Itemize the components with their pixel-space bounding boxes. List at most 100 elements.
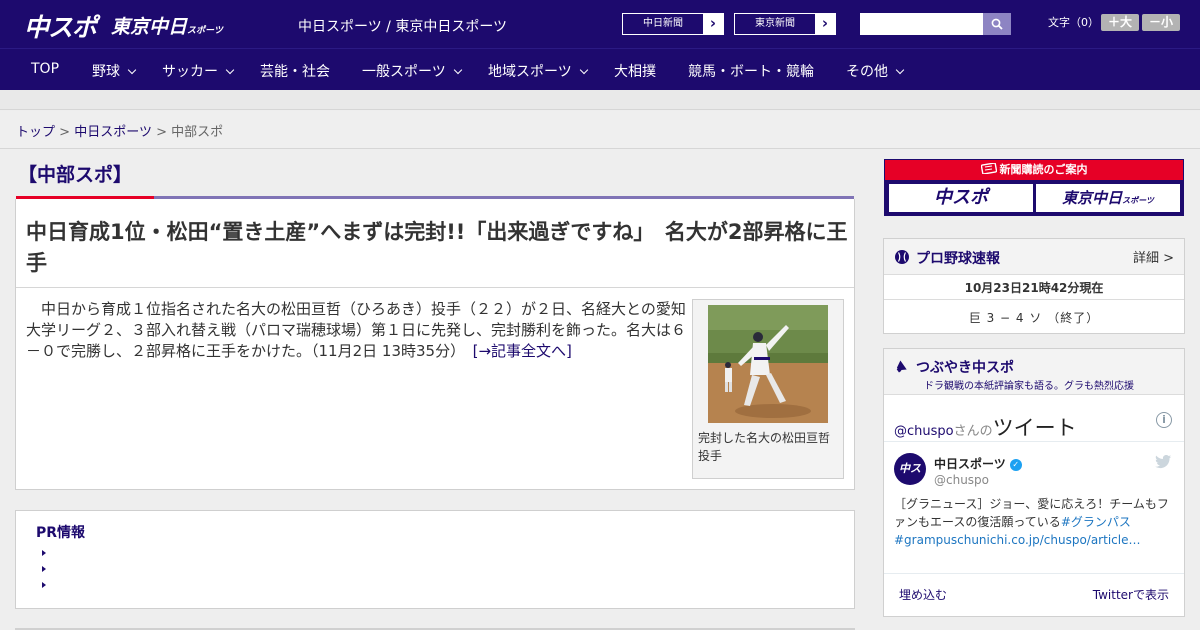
nav-label: 大相撲 bbox=[614, 64, 656, 80]
divider bbox=[884, 573, 1184, 574]
nav-item-entertainment[interactable]: 芸能・社会 bbox=[260, 61, 330, 81]
tsubuyaki-title: つぶやき中スポ bbox=[916, 360, 1014, 376]
tokyo-logo-small: スポーツ bbox=[187, 26, 223, 36]
nav-label: TOP bbox=[31, 61, 60, 77]
chevron-down-icon bbox=[895, 65, 905, 75]
info-icon[interactable]: i bbox=[1156, 412, 1172, 428]
search-button[interactable] bbox=[983, 13, 1011, 35]
article-lead: 中日から育成１位指名された名大の松田亘哲（ひろあき）投手（２２）が２日、名経大と… bbox=[26, 299, 686, 362]
article-card: 中日育成1位・松田“置き土産”へまずは完封!!「出来過ぎですね」 名大が2部昇格… bbox=[15, 199, 855, 490]
chevron-down-icon bbox=[225, 65, 235, 75]
breadcrumb-separator: > bbox=[156, 125, 167, 140]
baseball-panel-header: プロ野球速報 詳細 > bbox=[884, 239, 1184, 275]
nav-label: サッカー bbox=[162, 64, 218, 80]
twitter-bird-icon[interactable] bbox=[1155, 455, 1172, 469]
pr-info-title: PR情報 bbox=[36, 525, 86, 541]
tweet-url-link[interactable]: #grampuschunichi.co.jp/chuspo/article… bbox=[894, 533, 1140, 547]
chevron-down-icon bbox=[453, 65, 462, 75]
tweet-hashtag-link[interactable]: #グランパス bbox=[1061, 515, 1131, 529]
read-more-link[interactable]: [→記事全文へ] bbox=[473, 342, 572, 360]
nav-label: 野球 bbox=[92, 64, 120, 80]
tweet-text: ［グラニュース］ジョー、愛に応えろ！チームもファンもエースの復活願っている#グラ… bbox=[894, 495, 1176, 549]
breadcrumb: トップ > 中日スポーツ > 中部スポ bbox=[16, 121, 223, 140]
chunichi-shimbun-label: 中日新聞 bbox=[623, 14, 703, 34]
font-smaller-button[interactable]: －小 bbox=[1142, 14, 1180, 31]
nav-item-general-sports[interactable]: 一般スポーツ bbox=[362, 61, 462, 81]
top-header-bar: 中スポ 東京中日スポーツ 中日スポーツ / 東京中日スポーツ 中日新聞 › 東京… bbox=[0, 0, 1200, 48]
photo-caption: 完封した名大の松田亘哲投手 bbox=[698, 431, 831, 463]
tweets-heading-text: ツイート bbox=[992, 416, 1077, 440]
chunichi-shimbun-button[interactable]: 中日新聞 › bbox=[622, 13, 724, 35]
article-photo: 完封した名大の松田亘哲投手 bbox=[692, 299, 844, 479]
breadcrumb-current: 中部スポ bbox=[171, 125, 224, 140]
sub-nav-band bbox=[0, 90, 1200, 110]
nav-label: 競馬・ボート・競輪 bbox=[688, 64, 814, 80]
tokyo-chunichi-logo[interactable]: 東京中日スポーツ bbox=[111, 12, 223, 39]
tokyo-logo-text: 東京中日 bbox=[111, 16, 188, 38]
main-nav: TOP 野球 サッカー 芸能・社会 一般スポーツ 地域スポーツ 大相撲 競馬・ボ… bbox=[0, 48, 1200, 90]
nav-label: 地域スポーツ bbox=[488, 64, 572, 80]
baseball-icon bbox=[895, 250, 909, 264]
chevron-right-icon: › bbox=[709, 14, 717, 32]
tokyo-chunichi-subscribe-link[interactable]: 東京中日スポーツ bbox=[1036, 184, 1180, 212]
chevron-down-icon bbox=[127, 65, 137, 75]
nav-item-regional-sports[interactable]: 地域スポーツ bbox=[488, 61, 588, 81]
pr-item-bullet-icon[interactable] bbox=[42, 550, 46, 556]
tweets-handle-link[interactable]: @chuspo bbox=[894, 424, 954, 439]
breadcrumb-top-link[interactable]: トップ bbox=[16, 125, 55, 140]
avatar[interactable]: 中スポ bbox=[894, 453, 926, 507]
search-input[interactable] bbox=[860, 13, 983, 35]
pitcher-image bbox=[708, 305, 828, 423]
article-headline[interactable]: 中日育成1位・松田“置き土産”へまずは完封!!「出来過ぎですね」 名大が2部昇格… bbox=[26, 217, 848, 279]
account-name-text: 中日スポーツ bbox=[934, 457, 1006, 471]
baseball-details-link[interactable]: 詳細 > bbox=[1133, 247, 1174, 266]
pr-item-bullet-icon[interactable] bbox=[42, 566, 46, 572]
tweet-username[interactable]: @chuspo bbox=[934, 473, 989, 487]
nav-item-others[interactable]: その他 bbox=[846, 61, 905, 81]
tsubuyaki-subtitle: ドラ観戦の本紙評論家も語る。グラも熱烈応援 bbox=[924, 381, 1134, 392]
twitter-panel: つぶやき中スポ ドラ観戦の本紙評論家も語る。グラも熱烈応援 @chuspoさんの… bbox=[883, 348, 1185, 617]
nav-label: 芸能・社会 bbox=[260, 64, 330, 80]
font-size-label: 文字（0） bbox=[1048, 16, 1099, 29]
nav-item-top[interactable]: TOP bbox=[31, 61, 59, 77]
nav-item-baseball[interactable]: 野球 bbox=[92, 61, 137, 81]
pr-item-bullet-icon[interactable] bbox=[42, 582, 46, 588]
pitcher-photo[interactable] bbox=[708, 305, 828, 423]
pr-info-box: PR情報 bbox=[15, 510, 855, 609]
newspaper-icon bbox=[980, 162, 997, 175]
chuspo-logo[interactable]: 中スポ bbox=[24, 8, 97, 44]
nav-item-racing[interactable]: 競馬・ボート・競輪 bbox=[688, 61, 814, 81]
megaphone-icon bbox=[896, 360, 907, 373]
tokyo-shimbun-label: 東京新聞 bbox=[735, 14, 815, 34]
subscription-banner-title: 新聞購読のご案内 bbox=[885, 160, 1183, 180]
baseball-panel-title: プロ野球速報 bbox=[916, 251, 1000, 267]
game-score[interactable]: 巨 3 − 4 ソ （終了） bbox=[884, 309, 1184, 326]
verified-icon: ✓ bbox=[1009, 458, 1022, 471]
tokyo-subscribe-small: スポーツ bbox=[1122, 196, 1154, 205]
tokyo-subscribe-text: 東京中日 bbox=[1062, 189, 1123, 207]
nav-label: その他 bbox=[846, 64, 888, 80]
tokyo-shimbun-button[interactable]: 東京新聞 › bbox=[734, 13, 836, 35]
tweets-header: @chuspoさんのツイート i bbox=[884, 396, 1184, 442]
article-lead-text: 中日から育成１位指名された名大の松田亘哲（ひろあき）投手（２２）が２日、名経大と… bbox=[26, 300, 687, 360]
subscription-banner-label: 新聞購読のご案内 bbox=[999, 163, 1088, 176]
tweets-heading: @chuspoさんのツイート bbox=[894, 412, 1077, 442]
breadcrumb-separator: > bbox=[59, 125, 71, 140]
section-title: 【中部スポ】 bbox=[18, 164, 133, 186]
chuspo-subscribe-link[interactable]: 中スポ bbox=[889, 184, 1033, 212]
embed-link[interactable]: 埋め込む bbox=[899, 586, 947, 603]
nav-item-soccer[interactable]: サッカー bbox=[162, 61, 235, 81]
tweet-account-name[interactable]: 中日スポーツ ✓ bbox=[934, 455, 1022, 472]
font-larger-button[interactable]: ＋大 bbox=[1101, 14, 1139, 31]
breadcrumb-chunichi-sports-link[interactable]: 中日スポーツ bbox=[74, 125, 152, 140]
view-on-twitter-link[interactable]: Twitterで表示 bbox=[1093, 586, 1169, 603]
nav-label: 一般スポーツ bbox=[362, 64, 446, 80]
chevron-down-icon bbox=[579, 65, 588, 75]
subscription-banner[interactable]: 新聞購読のご案内 中スポ 東京中日スポーツ bbox=[884, 159, 1184, 216]
search-icon bbox=[991, 18, 1003, 30]
site-title: 中日スポーツ / 東京中日スポーツ bbox=[298, 19, 508, 35]
divider bbox=[16, 287, 854, 288]
baseball-scores-panel: プロ野球速報 詳細 > 10月23日21時42分現在 巨 3 − 4 ソ （終了… bbox=[883, 238, 1185, 334]
twitter-panel-header: つぶやき中スポ ドラ観戦の本紙評論家も語る。グラも熱烈応援 bbox=[884, 349, 1184, 395]
nav-item-sumo[interactable]: 大相撲 bbox=[614, 61, 656, 81]
